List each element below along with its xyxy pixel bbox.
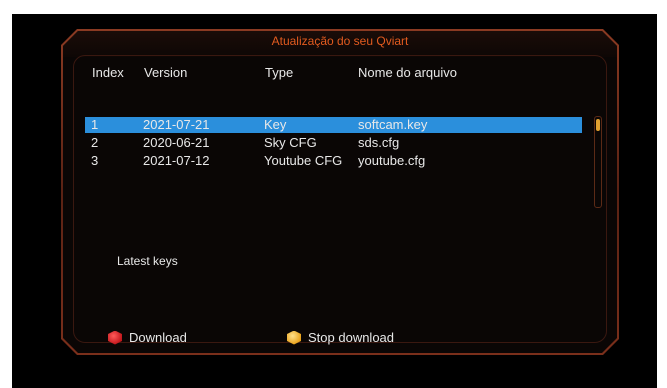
download-button[interactable]: Download [108, 330, 187, 345]
item-description: Latest keys [117, 254, 178, 268]
row-version: 2021-07-12 [143, 153, 210, 168]
row-index: 3 [91, 153, 99, 168]
row-type: Youtube CFG [264, 153, 343, 168]
row-type: Key [264, 117, 287, 132]
download-label: Download [129, 330, 187, 345]
row-version: 2020-06-21 [143, 135, 210, 150]
list-scrollbar[interactable] [594, 116, 602, 208]
content-panel [73, 55, 607, 343]
table-row[interactable]: 3 2021-07-12 Youtube CFG youtube.cfg [85, 153, 582, 169]
yellow-hexagon-icon [287, 330, 301, 345]
header-type: Type [265, 65, 294, 80]
table-row-selected[interactable]: 1 2021-07-21 Key softcam.key [85, 117, 582, 133]
header-version: Version [144, 65, 188, 80]
row-type: Sky CFG [264, 135, 317, 150]
row-version: 2021-07-21 [143, 117, 210, 132]
dialog-title: Atualização do seu Qviart [63, 31, 617, 57]
header-index: Index [92, 65, 124, 80]
scrollbar-thumb[interactable] [596, 119, 600, 131]
row-filename: youtube.cfg [358, 153, 426, 168]
row-index: 1 [91, 117, 99, 132]
stop-download-label: Stop download [308, 330, 395, 345]
table-row[interactable]: 2 2020-06-21 Sky CFG sds.cfg [85, 135, 582, 151]
row-filename: sds.cfg [358, 135, 400, 150]
red-hexagon-icon [108, 330, 122, 345]
row-filename: softcam.key [358, 117, 428, 132]
stop-download-button[interactable]: Stop download [287, 330, 394, 345]
header-filename: Nome do arquivo [358, 65, 457, 80]
row-index: 2 [91, 135, 99, 150]
